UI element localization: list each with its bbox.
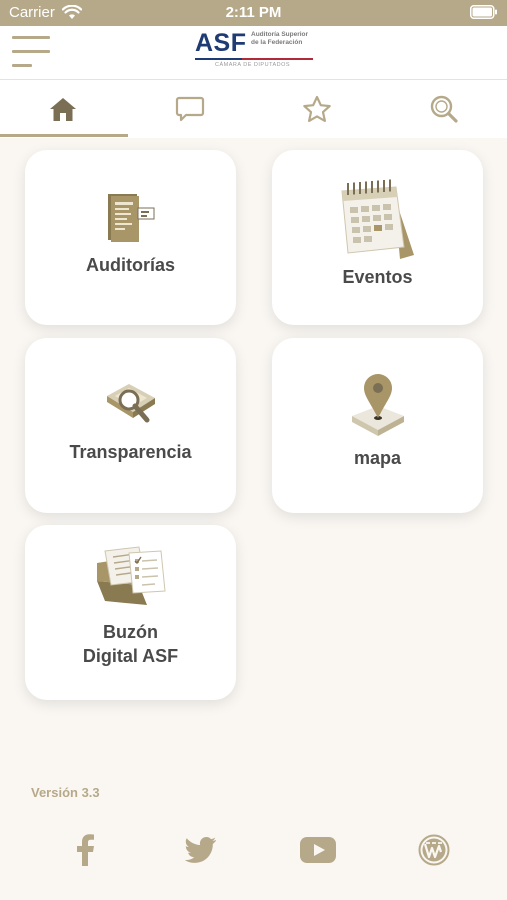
twitter-link[interactable]: [181, 830, 221, 870]
search-icon: [430, 95, 458, 123]
logo-text: ASF: [195, 29, 247, 57]
tab-home[interactable]: [0, 80, 126, 138]
status-bar: Carrier 2:11 PM: [0, 0, 507, 26]
mailbox-documents-icon: [97, 546, 166, 605]
home-icon: [50, 98, 76, 121]
menu-card-label: mapa: [353, 448, 402, 468]
wordpress-link[interactable]: [414, 830, 454, 870]
wordpress-icon: [418, 834, 450, 866]
calendar-icon: [341, 179, 414, 259]
status-time: 2:11 PM: [225, 4, 282, 21]
tab-favorites[interactable]: [254, 80, 380, 138]
chat-icon: [175, 96, 205, 122]
youtube-icon: [300, 837, 336, 863]
active-tab-indicator: [0, 134, 128, 137]
menu-card-transparencia[interactable]: Transparencia: [25, 338, 236, 513]
logo-tagline: CÁMARA DE DIPUTADOS: [215, 62, 291, 68]
logo-bar: [195, 58, 313, 60]
menu-card-label: Buzón Digital ASF: [82, 622, 179, 666]
facebook-link[interactable]: [65, 830, 105, 870]
hamburger-icon[interactable]: [12, 36, 50, 70]
audit-document-icon: [108, 194, 155, 242]
menu-card-label: Transparencia: [69, 442, 192, 462]
star-icon: [303, 95, 331, 122]
battery-icon: [470, 5, 497, 19]
map-pin-icon: [352, 374, 404, 436]
version-label: Versión 3.3: [31, 785, 100, 800]
menu-card-label: Eventos: [342, 267, 413, 287]
tab-search[interactable]: [381, 80, 507, 138]
twitter-icon: [185, 837, 216, 863]
menu-card-label: Auditorías: [85, 255, 175, 275]
menu-card-auditorias[interactable]: Auditorías: [25, 150, 236, 325]
asf-logo: ASF Auditoría Superior de la Federación …: [195, 29, 315, 69]
youtube-link[interactable]: [298, 830, 338, 870]
app-header: ASF Auditoría Superior de la Federación …: [0, 26, 507, 80]
tab-messages[interactable]: [127, 80, 253, 138]
logo-subtitle: Auditoría Superior de la Federación: [251, 31, 309, 46]
facebook-icon: [77, 834, 94, 866]
menu-card-mapa[interactable]: mapa: [272, 338, 483, 513]
menu-card-buzon-digital[interactable]: Buzón Digital ASF: [25, 525, 236, 700]
menu-card-eventos[interactable]: Eventos: [272, 150, 483, 325]
magnifier-map-icon: [107, 384, 155, 423]
tab-bar: [0, 80, 507, 138]
